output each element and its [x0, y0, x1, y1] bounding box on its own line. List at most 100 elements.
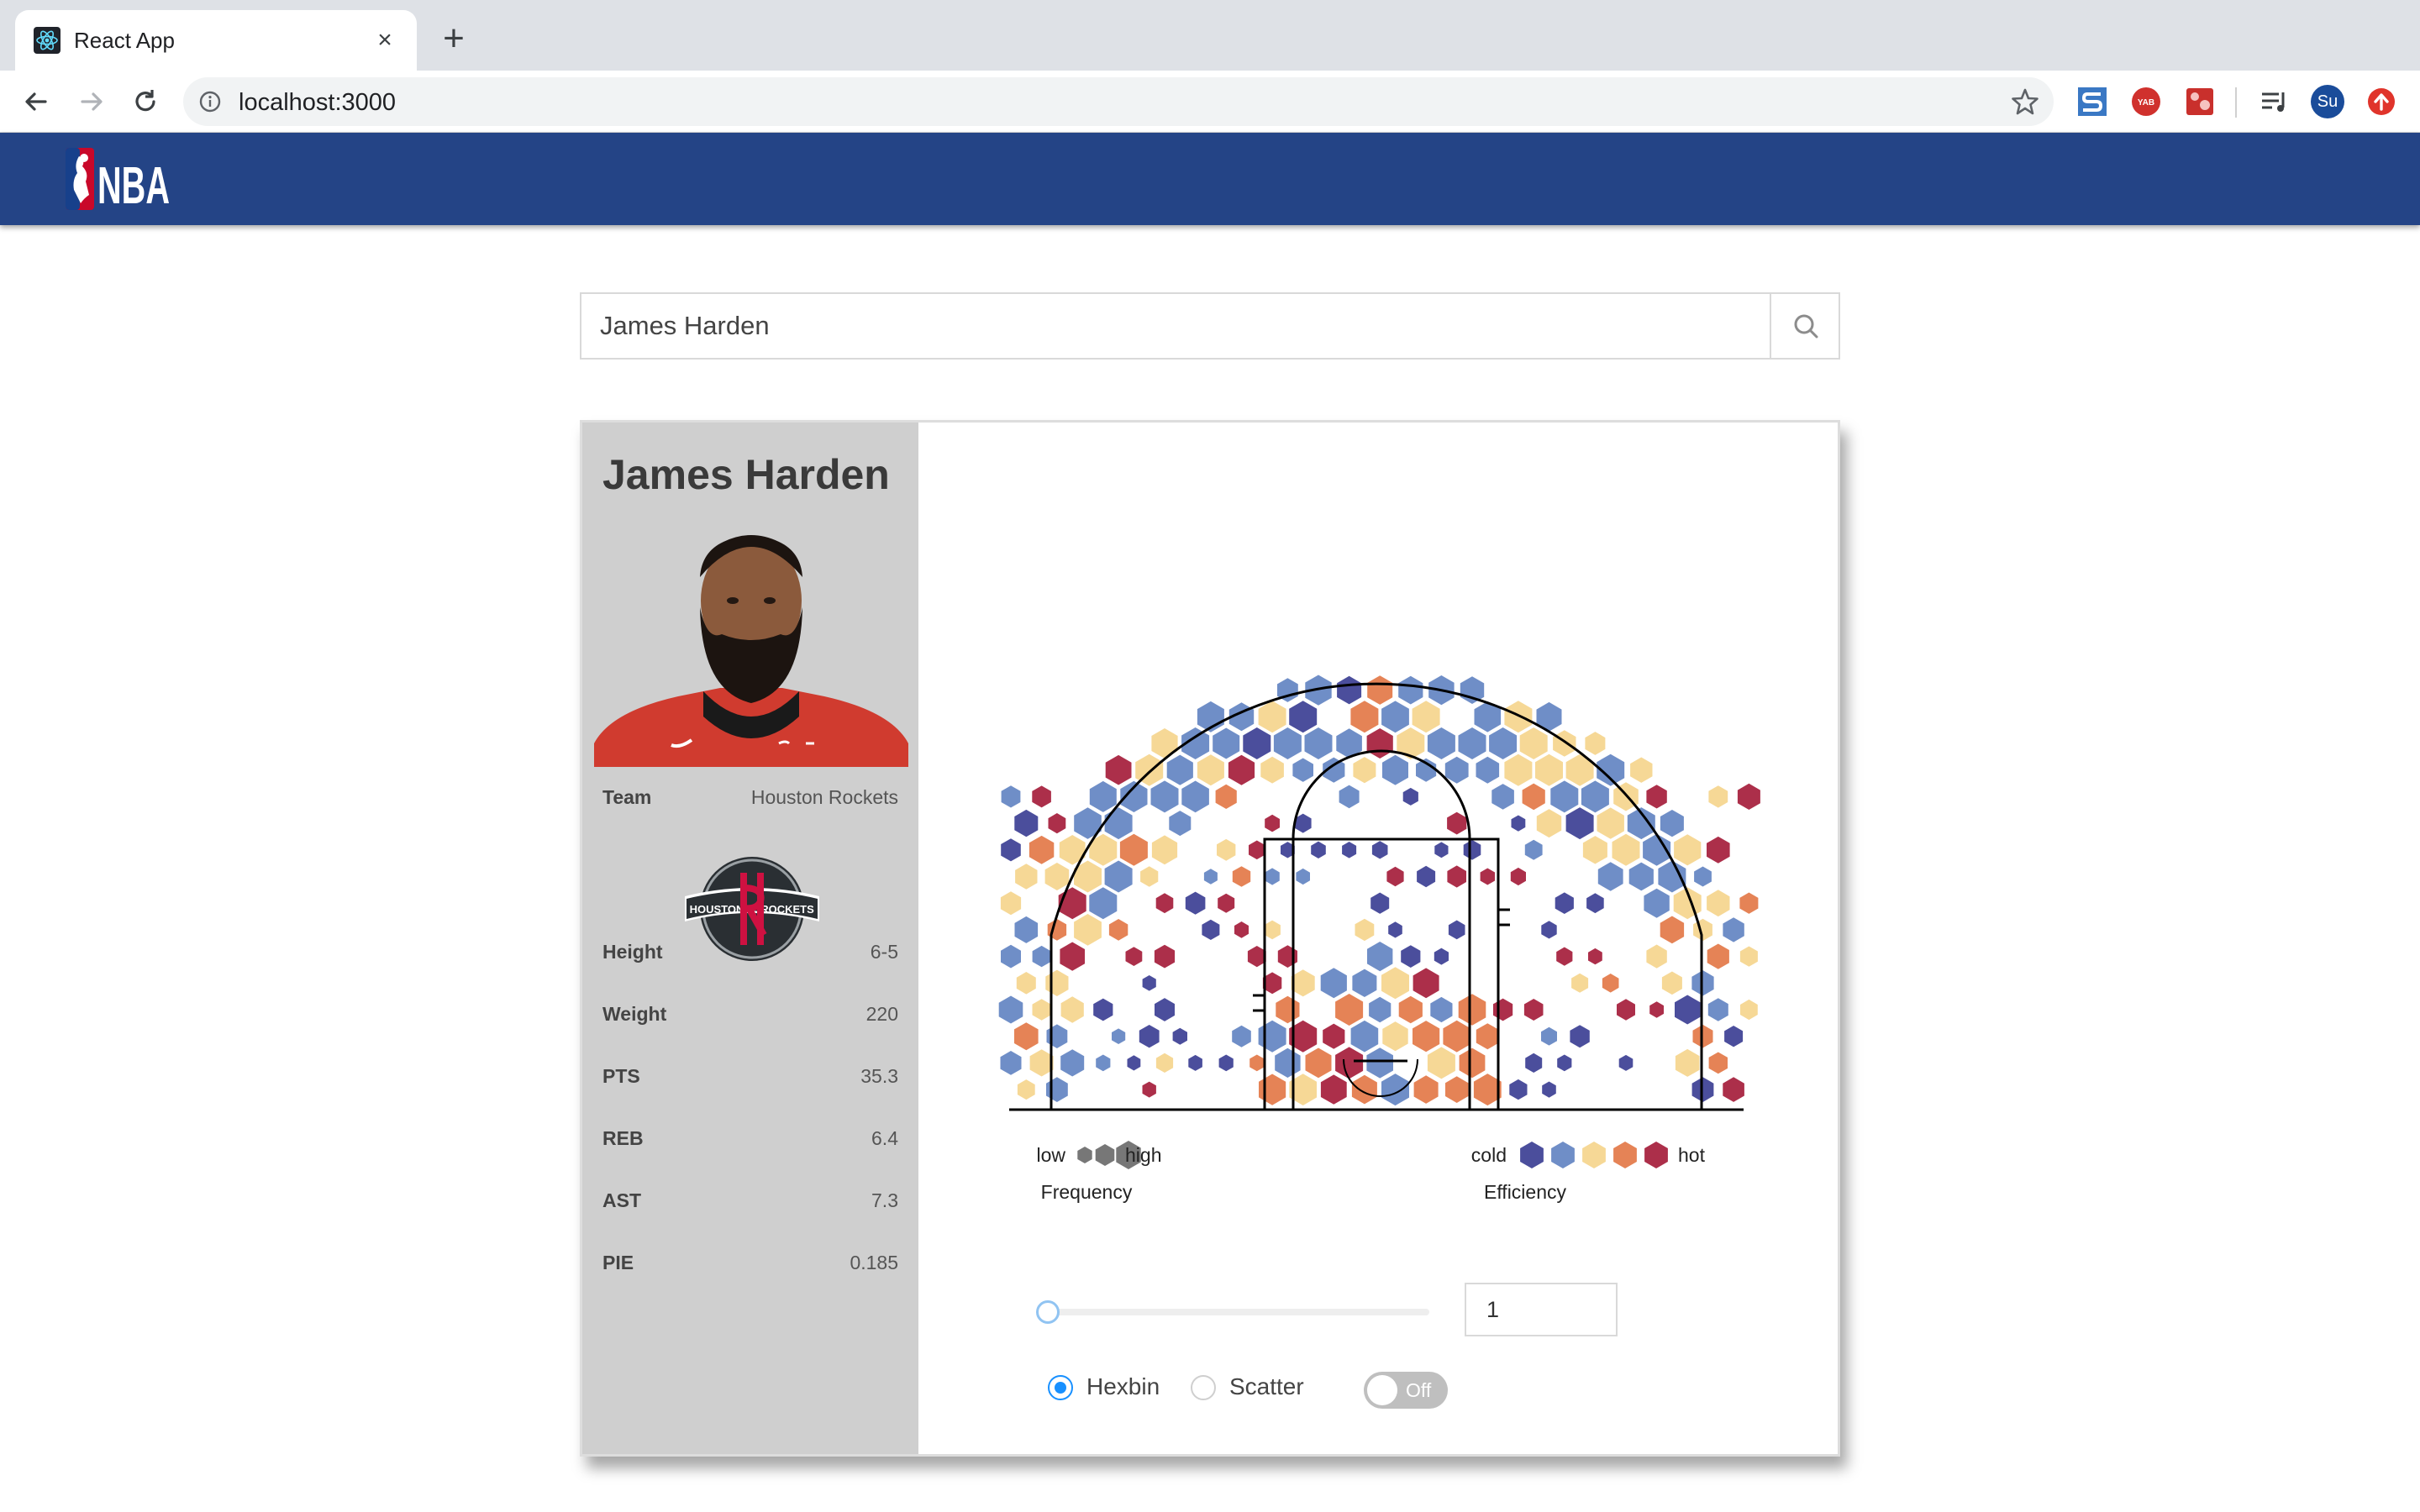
- shot-hexbin: [1371, 841, 1388, 859]
- shot-hexbin: [1259, 1074, 1286, 1105]
- frequency-legend-hex: [1095, 1144, 1115, 1166]
- shot-hexbin: [1522, 783, 1545, 811]
- shot-hexbin: [1060, 1049, 1085, 1077]
- extension-puzzle-icon[interactable]: [2183, 85, 2217, 118]
- shot-hexbin: [1304, 727, 1333, 759]
- shot-hexbin: [1155, 1053, 1174, 1073]
- frequency-low-label: low: [1036, 1144, 1065, 1166]
- browser-tab[interactable]: React App ×: [15, 10, 417, 71]
- shot-hexbin: [1032, 785, 1051, 808]
- team-label: Team: [602, 786, 652, 808]
- shot-hexbin: [1264, 920, 1281, 940]
- stat-label: Weight: [602, 1003, 667, 1025]
- shot-hexbin: [1504, 753, 1533, 786]
- media-playlist-icon[interactable]: [2257, 85, 2291, 118]
- shot-hexbin: [1127, 1055, 1141, 1071]
- shot-hexbin: [1228, 754, 1255, 785]
- shot-hexbin: [1335, 1047, 1364, 1079]
- frequency-title: Frequency: [1041, 1181, 1133, 1203]
- efficiency-legend-hex: [1520, 1142, 1544, 1168]
- shot-hexbin: [1660, 916, 1685, 944]
- profile-avatar[interactable]: Su: [2311, 85, 2344, 118]
- shot-hexbin: [1447, 865, 1466, 888]
- extension-s-icon[interactable]: [2075, 85, 2109, 118]
- shot-hexbin: [1048, 813, 1066, 834]
- shot-chart: low high Frequency cold hot Efficiency: [998, 675, 1760, 1203]
- shot-hexbin: [1000, 891, 1022, 916]
- address-bar[interactable]: localhost:3000: [183, 77, 2054, 126]
- update-arrow-icon[interactable]: [2365, 85, 2398, 118]
- tab-close-icon[interactable]: ×: [368, 24, 402, 57]
- min-count-input[interactable]: 1: [1465, 1283, 1618, 1336]
- search-button[interactable]: [1770, 294, 1839, 358]
- shot-hexbin: [1675, 995, 1701, 1025]
- shot-hexbin: [1139, 1025, 1160, 1048]
- shot-hexbin: [1412, 701, 1440, 733]
- shot-hexbin: [1612, 833, 1640, 866]
- slider-handle[interactable]: [1036, 1300, 1060, 1324]
- player-search: [580, 292, 1840, 360]
- tab-title: React App: [74, 28, 175, 53]
- new-tab-button[interactable]: +: [434, 20, 474, 60]
- shot-hexbin: [1151, 835, 1178, 865]
- shot-hexbin: [1339, 785, 1360, 809]
- search-input[interactable]: [581, 294, 1770, 358]
- shot-hexbin: [1112, 1028, 1126, 1044]
- shot-hexbin: [1597, 862, 1623, 891]
- shot-hexbin: [1511, 815, 1526, 832]
- extension-yab-icon[interactable]: YAB: [2129, 85, 2163, 118]
- shot-hexbin: [1292, 758, 1313, 782]
- shot-hexbin: [1017, 1079, 1035, 1100]
- shot-hexbin: [1382, 754, 1408, 785]
- toolbar-divider: [2235, 87, 2237, 118]
- reload-icon[interactable]: [126, 82, 165, 121]
- shot-hexbin: [1381, 1074, 1409, 1106]
- shot-hexbin: [1355, 918, 1375, 942]
- browser-toolbar: localhost:3000 YAB Su: [0, 71, 2420, 133]
- shot-hexbin: [1504, 701, 1533, 733]
- player-profile-panel: James Harden Team Houston Rockets HOUSTO…: [582, 423, 918, 1454]
- shot-hexbin: [1014, 809, 1039, 837]
- shot-hexbin: [1367, 942, 1393, 972]
- min-count-slider[interactable]: [1044, 1309, 1429, 1315]
- shot-hexbin: [1014, 1022, 1039, 1051]
- display-toggle-switch[interactable]: Off: [1364, 1372, 1448, 1409]
- shot-hexbin: [1661, 971, 1682, 995]
- shot-hexbin: [1015, 864, 1038, 890]
- shot-hexbin: [1398, 995, 1423, 1024]
- nba-logo[interactable]: NBA: [66, 148, 171, 210]
- shot-hexbin: [1739, 892, 1759, 914]
- radio-scatter-dot[interactable]: [1191, 1375, 1216, 1400]
- shot-hexbin: [1273, 727, 1302, 759]
- shot-hexbin: [1142, 1081, 1156, 1098]
- shot-hexbin: [1046, 1077, 1068, 1102]
- player-card: James Harden Team Houston Rockets HOUSTO…: [580, 420, 1840, 1457]
- back-arrow-icon[interactable]: [17, 82, 55, 121]
- shot-hexbin: [1119, 833, 1148, 866]
- shot-hexbin: [1016, 972, 1036, 995]
- shot-hexbin: [1443, 1020, 1470, 1053]
- shot-hexbin: [1342, 842, 1357, 858]
- bookmark-star-icon[interactable]: [2010, 87, 2040, 117]
- shot-hexbin: [1571, 973, 1589, 993]
- shot-hexbin: [1401, 945, 1421, 968]
- shot-hexbin: [1542, 1081, 1556, 1098]
- shot-hexbin: [1382, 1021, 1408, 1052]
- shot-hexbin: [1074, 914, 1102, 946]
- shot-hexbin: [1350, 1020, 1379, 1053]
- stat-row-pts: PTS 35.3: [602, 1059, 898, 1093]
- shot-hexbin: [1370, 892, 1390, 914]
- efficiency-title: Efficiency: [1484, 1181, 1567, 1203]
- info-icon[interactable]: [198, 90, 222, 113]
- forward-arrow-icon[interactable]: [72, 82, 111, 121]
- shot-hexbin: [1434, 948, 1449, 965]
- shot-hexbin: [1386, 866, 1404, 887]
- team-name: Houston Rockets: [750, 786, 898, 808]
- shot-hexbin: [1660, 810, 1684, 837]
- shot-hexbin: [1215, 784, 1237, 809]
- shot-hexbin: [1337, 675, 1362, 705]
- player-name: James Harden: [602, 451, 890, 498]
- radio-hexbin-dot[interactable]: [1048, 1375, 1073, 1400]
- frequency-high-label: high: [1125, 1144, 1161, 1166]
- shot-hexbin: [1617, 999, 1635, 1021]
